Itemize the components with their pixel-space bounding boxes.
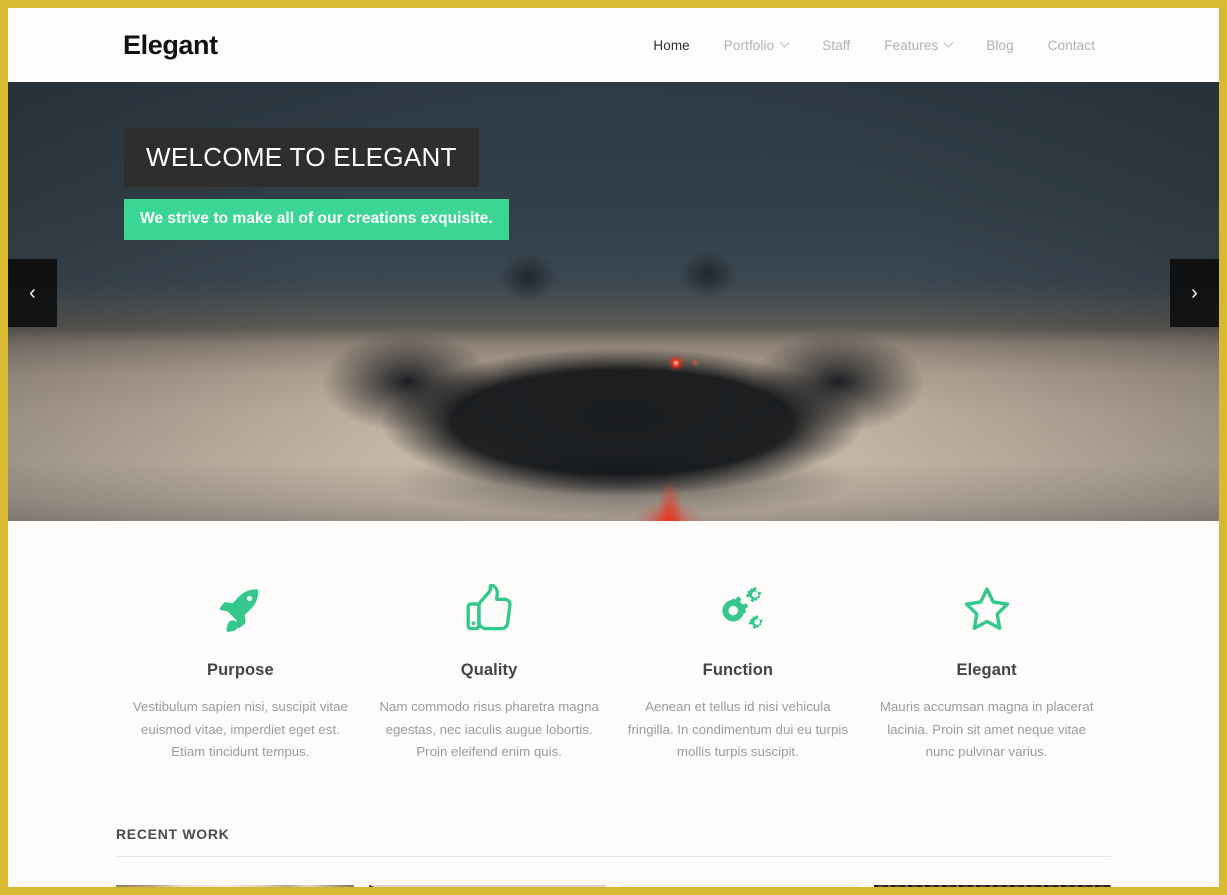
feature-title: Purpose [207, 661, 274, 679]
hero-title: WELCOME TO ELEGANT [124, 128, 479, 187]
portfolio-thumbnail-mountain[interactable] [621, 884, 859, 887]
feature-text: Vestibulum sapien nisi, suscipit vitae e… [132, 699, 348, 759]
section-heading: RECENT WORK [116, 826, 1111, 857]
page-frame: Elegant Home Portfolio Staff Features Bl… [0, 0, 1227, 895]
star-outline-icon [874, 581, 1099, 639]
feature-title: Function [702, 661, 774, 679]
nav-item-portfolio[interactable]: Portfolio [707, 37, 805, 53]
feature-title: Elegant [956, 661, 1017, 679]
feature-text: Mauris accumsan magna in placerat lacini… [879, 699, 1094, 759]
main-navigation: Home Portfolio Staff Features Blog Conta… [636, 37, 1112, 53]
thumbs-up-icon [377, 581, 602, 639]
portfolio-thumbnail-forest[interactable] [873, 884, 1111, 887]
recent-work-section: RECENT WORK [8, 764, 1219, 887]
nav-item-blog[interactable]: Blog [969, 38, 1030, 53]
nav-item-label: Contact [1047, 37, 1095, 53]
chevron-down-icon [779, 37, 790, 48]
chevron-right-icon: › [1191, 281, 1198, 304]
hero-caption: WELCOME TO ELEGANT We strive to make all… [124, 128, 544, 240]
site-header: Elegant Home Portfolio Staff Features Bl… [8, 8, 1219, 82]
portfolio-grid [116, 884, 1111, 887]
nav-item-contact[interactable]: Contact [1031, 38, 1112, 53]
nav-item-label: Features [884, 37, 939, 53]
feature-quality: Quality Nam commodo risus pharetra magna… [365, 581, 614, 764]
nav-item-label: Home [653, 37, 690, 53]
chevron-left-icon: ‹ [29, 281, 36, 304]
nav-item-label: Staff [822, 37, 851, 53]
browser-viewport: Elegant Home Portfolio Staff Features Bl… [8, 8, 1219, 887]
hero-subtitle: We strive to make all of our creations e… [124, 199, 509, 240]
nav-item-home[interactable]: Home [636, 38, 706, 53]
nav-item-staff[interactable]: Staff [805, 38, 867, 53]
gears-icon [626, 581, 851, 639]
portfolio-thumbnail-city[interactable] [116, 884, 354, 887]
site-logo[interactable]: Elegant [123, 30, 218, 61]
feature-title: Quality [460, 661, 518, 679]
nav-item-label: Blog [986, 37, 1014, 53]
chevron-down-icon [943, 37, 954, 48]
rocket-icon [128, 581, 353, 639]
nav-item-features[interactable]: Features [867, 37, 969, 53]
slider-prev-button[interactable]: ‹ [8, 259, 57, 327]
hero-slider: WELCOME TO ELEGANT We strive to make all… [8, 82, 1219, 521]
feature-elegant: Elegant Mauris accumsan magna in placera… [862, 581, 1111, 764]
features-section: Purpose Vestibulum sapien nisi, suscipit… [8, 521, 1219, 764]
feature-text: Nam commodo risus pharetra magna egestas… [379, 699, 599, 759]
feature-purpose: Purpose Vestibulum sapien nisi, suscipit… [116, 581, 365, 764]
feature-function: Function Aenean et tellus id nisi vehicu… [614, 581, 863, 764]
portfolio-thumbnail-sunset[interactable] [368, 884, 606, 887]
nav-item-label: Portfolio [723, 37, 775, 53]
slider-next-button[interactable]: › [1170, 259, 1219, 327]
feature-text: Aenean et tellus id nisi vehicula fringi… [627, 699, 848, 759]
